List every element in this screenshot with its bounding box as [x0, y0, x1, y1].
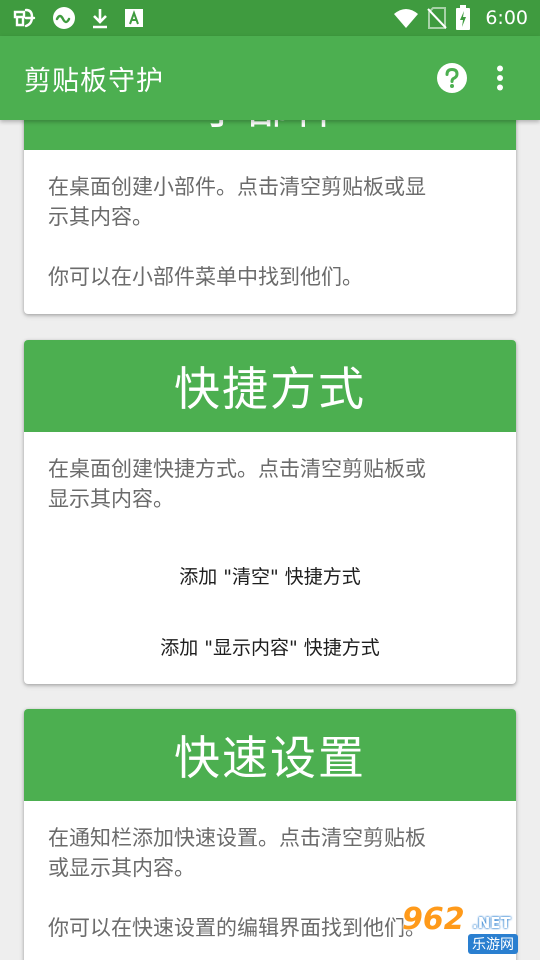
watermark-suffix: .NET	[472, 914, 511, 932]
shortcuts-desc-line2: 显示其内容。	[48, 487, 174, 511]
status-time: 6:00	[485, 7, 528, 29]
app-title: 剪贴板守护	[24, 65, 164, 97]
battery-charging-icon	[455, 5, 471, 31]
quick-settings-card-title: 快速设置	[174, 731, 366, 785]
no-sim-icon	[427, 6, 448, 30]
watermark-logo: 962 .NET 乐游网	[398, 902, 534, 956]
app-bar: 剪贴板守护	[0, 36, 540, 120]
widgets-desc-line1: 在桌面创建小部件。点击清空剪贴板或显	[48, 175, 426, 199]
content-scroll[interactable]: 小部件 在桌面创建小部件。点击清空剪贴板或显 示其内容。 你可以在小部件菜单中找…	[0, 120, 540, 960]
overflow-menu-button[interactable]	[476, 54, 524, 102]
widgets-card-body: 在桌面创建小部件。点击清空剪贴板或显 示其内容。 你可以在小部件菜单中找到他们。	[24, 150, 516, 292]
shortcuts-desc-line1: 在桌面创建快捷方式。点击清空剪贴板或	[48, 457, 426, 481]
help-circle-icon	[437, 63, 467, 93]
quick-settings-desc-line1: 在通知栏添加快速设置。点击清空剪贴板	[48, 826, 426, 850]
widgets-desc-line3: 你可以在小部件菜单中找到他们。	[48, 265, 363, 289]
wifi-icon	[393, 7, 419, 29]
help-button[interactable]	[428, 54, 476, 102]
add-clear-shortcut-button[interactable]: 添加 "清空" 快捷方式	[24, 562, 516, 589]
add-show-content-shortcut-button[interactable]: 添加 "显示内容" 快捷方式	[24, 633, 516, 660]
download-icon	[90, 7, 110, 29]
accessibility-a-icon	[124, 8, 144, 28]
shortcuts-card: 快捷方式 在桌面创建快捷方式。点击清空剪贴板或 显示其内容。 添加 "清空" 快…	[24, 340, 516, 684]
quick-settings-card-header: 快速设置	[24, 709, 516, 801]
widgets-card-title: 小部件	[198, 120, 342, 137]
quick-settings-desc-line2: 或显示其内容。	[48, 856, 195, 880]
shortcuts-card-header: 快捷方式	[24, 340, 516, 432]
widgets-card-header: 小部件	[24, 120, 516, 150]
bug-icon	[12, 6, 38, 30]
cc-loop-icon	[52, 6, 76, 30]
widgets-desc-line2: 示其内容。	[48, 205, 153, 229]
status-bar: 6:00	[0, 0, 540, 36]
watermark-subtitle: 乐游网	[468, 934, 518, 954]
watermark-number: 962	[402, 902, 465, 937]
shortcuts-card-body: 在桌面创建快捷方式。点击清空剪贴板或 显示其内容。	[24, 432, 516, 514]
shortcuts-card-title: 快捷方式	[174, 362, 366, 416]
more-vert-icon	[497, 65, 503, 91]
widgets-card: 小部件 在桌面创建小部件。点击清空剪贴板或显 示其内容。 你可以在小部件菜单中找…	[24, 120, 516, 314]
